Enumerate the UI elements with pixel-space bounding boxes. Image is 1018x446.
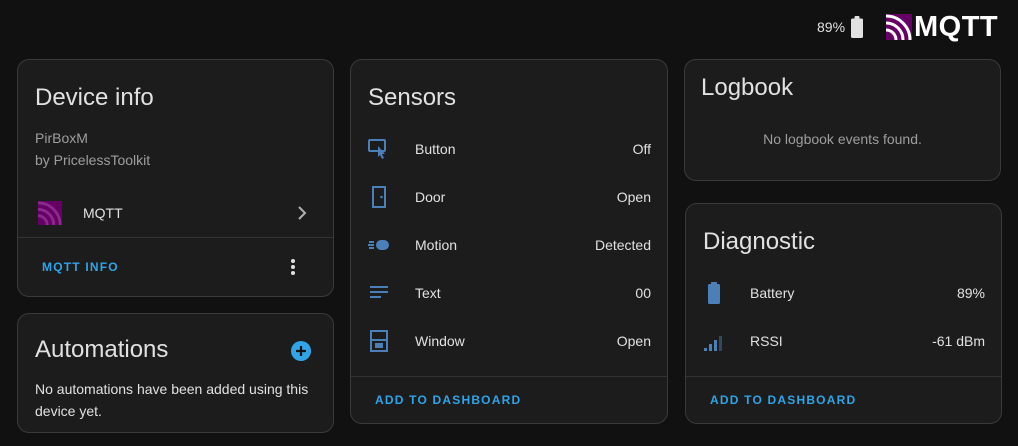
sensor-row-button[interactable]: Button Off xyxy=(351,125,667,173)
logbook-empty-message: No logbook events found. xyxy=(763,131,922,147)
chevron-right-icon xyxy=(298,206,307,220)
sensors-title: Sensors xyxy=(368,84,457,111)
sensor-value: Open xyxy=(616,189,651,205)
sensor-label: Door xyxy=(415,189,446,205)
sensor-row-text[interactable]: Text 00 xyxy=(351,269,667,317)
text-icon xyxy=(370,286,388,298)
automations-card: Automations No automations have been add… xyxy=(17,313,334,433)
sensor-value: 00 xyxy=(635,285,651,301)
sensor-value: Open xyxy=(616,333,651,349)
sensors-card: Sensors Button Off Door Open Motion Dete… xyxy=(350,59,668,424)
sensor-label: Window xyxy=(415,333,465,349)
card-divider xyxy=(351,376,667,377)
signal-icon xyxy=(704,336,722,351)
add-automation-icon[interactable] xyxy=(290,340,312,362)
device-info-card: Device info PirBoxM by PricelessToolkit … xyxy=(17,59,334,297)
diagnostic-card: Diagnostic Battery 89% RSSI -61 dBm ADD … xyxy=(685,203,1002,424)
add-to-dashboard-button[interactable]: ADD TO DASHBOARD xyxy=(375,393,521,407)
mqtt-info-button[interactable]: MQTT INFO xyxy=(42,260,119,274)
sensor-label: Motion xyxy=(415,237,458,253)
diagnostic-value: -61 dBm xyxy=(932,333,985,349)
sensor-value: Off xyxy=(632,141,651,157)
top-bar: 89% MQTT xyxy=(0,0,1018,56)
integration-row-mqtt[interactable]: MQTT xyxy=(18,192,333,234)
sensor-label: Text xyxy=(415,285,441,301)
diagnostic-label: RSSI xyxy=(750,333,783,349)
diagnostic-row-battery[interactable]: Battery 89% xyxy=(686,269,1001,317)
add-to-dashboard-button[interactable]: ADD TO DASHBOARD xyxy=(710,393,856,407)
mqtt-logo: MQTT xyxy=(886,12,998,42)
battery-icon xyxy=(708,282,720,304)
card-divider xyxy=(18,237,333,238)
gesture-tap-button-icon xyxy=(368,139,386,159)
card-divider xyxy=(686,376,1001,377)
automations-title: Automations xyxy=(35,336,169,363)
mqtt-icon xyxy=(38,201,62,225)
door-icon xyxy=(372,186,386,208)
diagnostic-title: Diagnostic xyxy=(703,228,816,255)
diagnostic-label: Battery xyxy=(750,285,795,301)
battery-status: 89% xyxy=(817,16,864,38)
sensor-row-window[interactable]: Window Open xyxy=(351,317,667,365)
sensor-row-motion[interactable]: Motion Detected xyxy=(351,221,667,269)
device-model: PirBoxM xyxy=(35,130,88,146)
diagnostic-value: 89% xyxy=(956,285,985,301)
logbook-card: Logbook No logbook events found. xyxy=(684,59,1001,181)
sensor-value: Detected xyxy=(594,237,651,253)
logbook-title: Logbook xyxy=(701,74,794,101)
automations-empty-message: No automations have been added using thi… xyxy=(35,381,309,419)
sensor-label: Button xyxy=(415,141,456,157)
motion-sensor-icon xyxy=(368,240,389,250)
more-vertical-icon[interactable] xyxy=(290,258,296,276)
mqtt-logo-text: MQTT xyxy=(914,11,999,43)
battery-percentage: 89% xyxy=(817,19,846,35)
device-manufacturer: by PricelessToolkit xyxy=(35,152,151,168)
sensor-row-door[interactable]: Door Open xyxy=(351,173,667,221)
device-info-title: Device info xyxy=(35,84,154,111)
integration-label: MQTT xyxy=(83,205,123,221)
window-open-icon xyxy=(370,330,388,352)
mqtt-logo-icon xyxy=(886,14,912,40)
battery-icon xyxy=(851,16,864,38)
diagnostic-row-rssi[interactable]: RSSI -61 dBm xyxy=(686,317,1001,365)
